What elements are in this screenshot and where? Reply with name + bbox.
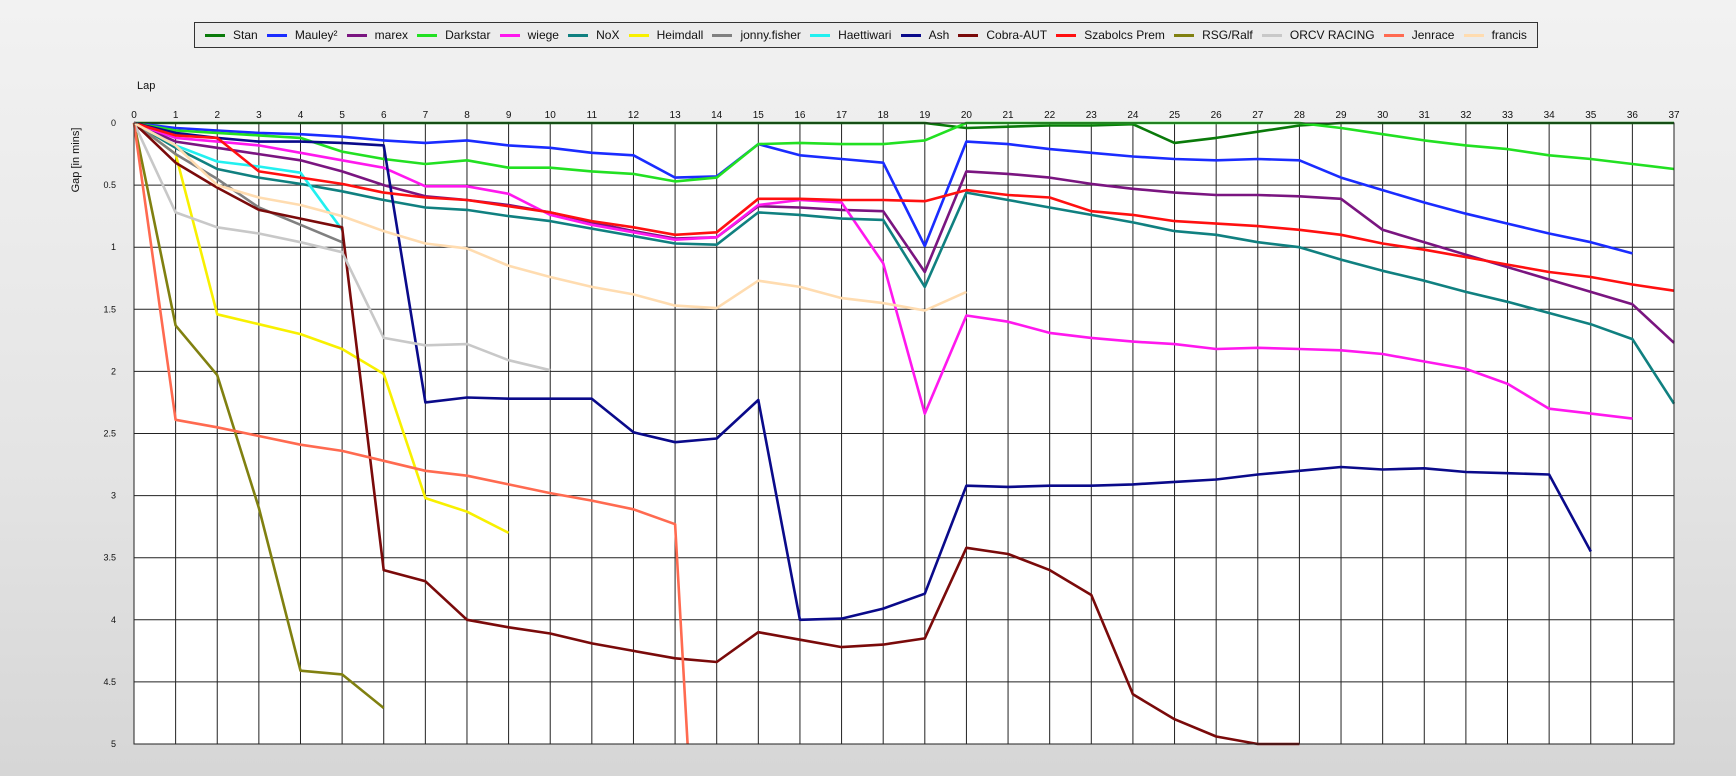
x-tick-label: 37 [1668, 110, 1680, 121]
x-tick-label: 36 [1627, 110, 1639, 121]
x-tick-label: 14 [711, 110, 723, 121]
x-tick-label: 26 [1211, 110, 1223, 121]
y-tick-label: 4.5 [103, 677, 116, 687]
x-tick-label: 8 [464, 110, 470, 121]
y-tick-label: 0.5 [103, 180, 116, 190]
x-tick-label: 19 [919, 110, 931, 121]
x-tick-label: 32 [1460, 110, 1472, 121]
x-tick-label: 24 [1127, 110, 1139, 121]
x-tick-label: 31 [1419, 110, 1431, 121]
y-tick-label: 3 [111, 491, 116, 501]
lap-gap-chart: 0 1 2 3 4 5 6 7 8 9 10 11 12 13 14 15 16 17 18 19 20 21 22 23 24… [70, 80, 1680, 749]
y-tick-label: 2 [111, 366, 116, 376]
x-axis-label: Lap [137, 80, 155, 92]
x-tick-label: 25 [1169, 110, 1181, 121]
x-tick-label: 4 [298, 110, 304, 121]
y-tick-labels: 0 0.5 1 1.5 2 2.5 3 3.5 4 4.5 5 [103, 118, 116, 749]
x-tick-label: 2 [214, 110, 220, 121]
y-tick-label: 5 [111, 739, 116, 749]
x-tick-label: 10 [545, 110, 557, 121]
y-tick-label: 1 [111, 242, 116, 252]
x-tick-label: 15 [753, 110, 765, 121]
x-tick-label: 23 [1086, 110, 1098, 121]
x-tick-label: 33 [1502, 110, 1514, 121]
y-axis-label: Gap [in mins] [70, 128, 82, 193]
x-tick-label: 12 [628, 110, 640, 121]
x-tick-label: 27 [1252, 110, 1264, 121]
x-tick-label: 5 [339, 110, 345, 121]
x-tick-label: 1 [173, 110, 179, 121]
x-tick-label: 3 [256, 110, 262, 121]
x-tick-label: 7 [423, 110, 429, 121]
x-tick-label: 28 [1294, 110, 1306, 121]
x-tick-label: 17 [836, 110, 848, 121]
x-tick-label: 6 [381, 110, 387, 121]
y-tick-label: 0 [111, 118, 116, 128]
y-tick-label: 2.5 [103, 429, 116, 439]
x-tick-label: 30 [1377, 110, 1389, 121]
x-tick-label: 0 [131, 110, 137, 121]
x-tick-label: 11 [587, 110, 598, 121]
x-tick-label: 35 [1585, 110, 1597, 121]
x-tick-label: 9 [506, 110, 512, 121]
y-tick-label: 1.5 [103, 304, 116, 314]
x-tick-label: 13 [670, 110, 682, 121]
y-tick-label: 3.5 [103, 553, 116, 563]
x-tick-labels: 0 1 2 3 4 5 6 7 8 9 10 11 12 13 14 15 16 17 18 19 20 21 22 23 24… [131, 110, 1680, 121]
x-tick-label: 20 [961, 110, 973, 121]
x-tick-label: 29 [1335, 110, 1347, 121]
x-tick-label: 18 [878, 110, 890, 121]
x-tick-label: 16 [794, 110, 806, 121]
x-tick-label: 34 [1544, 110, 1556, 121]
x-tick-label: 22 [1044, 110, 1056, 121]
y-tick-label: 4 [111, 615, 116, 625]
x-tick-label: 21 [1002, 110, 1014, 121]
